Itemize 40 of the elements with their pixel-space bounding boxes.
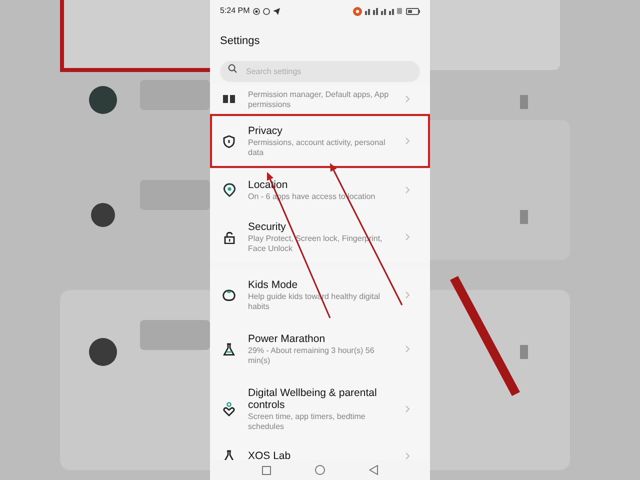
record-icon	[252, 8, 260, 14]
home-nav-icon[interactable]	[315, 465, 325, 475]
item-title: Privacy	[248, 124, 284, 136]
shield-icon	[223, 134, 235, 148]
chevron-right-icon	[405, 452, 410, 460]
settings-item[interactable]: Privacy Permissions, account activity, personal data	[210, 114, 430, 168]
back-nav-icon[interactable]	[369, 465, 378, 475]
item-title: Kids Mode	[248, 278, 299, 290]
round-face-icon	[222, 288, 236, 302]
padlock-icon	[224, 230, 234, 244]
search-icon	[228, 64, 237, 73]
search-field[interactable]: Search settings	[220, 61, 420, 82]
heart-person-icon	[223, 402, 235, 416]
flask-icon	[223, 450, 235, 460]
chevron-right-icon	[405, 405, 410, 413]
chevron-right-icon	[405, 345, 410, 353]
signal-icon	[365, 7, 403, 15]
chevron-right-icon	[405, 233, 410, 241]
send-icon	[272, 8, 280, 14]
chevron-right-icon	[405, 137, 410, 145]
location-pin-icon	[222, 183, 236, 197]
flask-icon	[223, 342, 235, 356]
grid-icon	[223, 95, 235, 103]
chevron-right-icon	[405, 95, 410, 103]
item-description: Permissions, account activity, personal data	[248, 138, 386, 158]
item-title: Security	[248, 220, 287, 232]
circle-icon	[262, 8, 270, 14]
item-title: Digital Wellbeing & parental controls	[248, 386, 378, 410]
item-description: 29% - About remaining 3 hour(s) 56 min(s)	[248, 346, 376, 366]
clock: 5:24 PM	[220, 5, 250, 17]
page-title: Settings	[220, 35, 260, 47]
battery-icon	[406, 8, 420, 14]
item-description: Screen time, app timers, bedtime schedules	[248, 412, 366, 432]
notification-dot-icon	[353, 6, 362, 16]
chevron-right-icon	[405, 291, 410, 299]
square-nav-icon[interactable]	[262, 466, 271, 474]
item-description: Permission manager, Default apps, App permissions	[248, 90, 390, 110]
chevron-right-icon	[405, 186, 410, 194]
item-title: XOS Lab	[248, 450, 292, 460]
item-title: Power Marathon	[248, 332, 326, 344]
